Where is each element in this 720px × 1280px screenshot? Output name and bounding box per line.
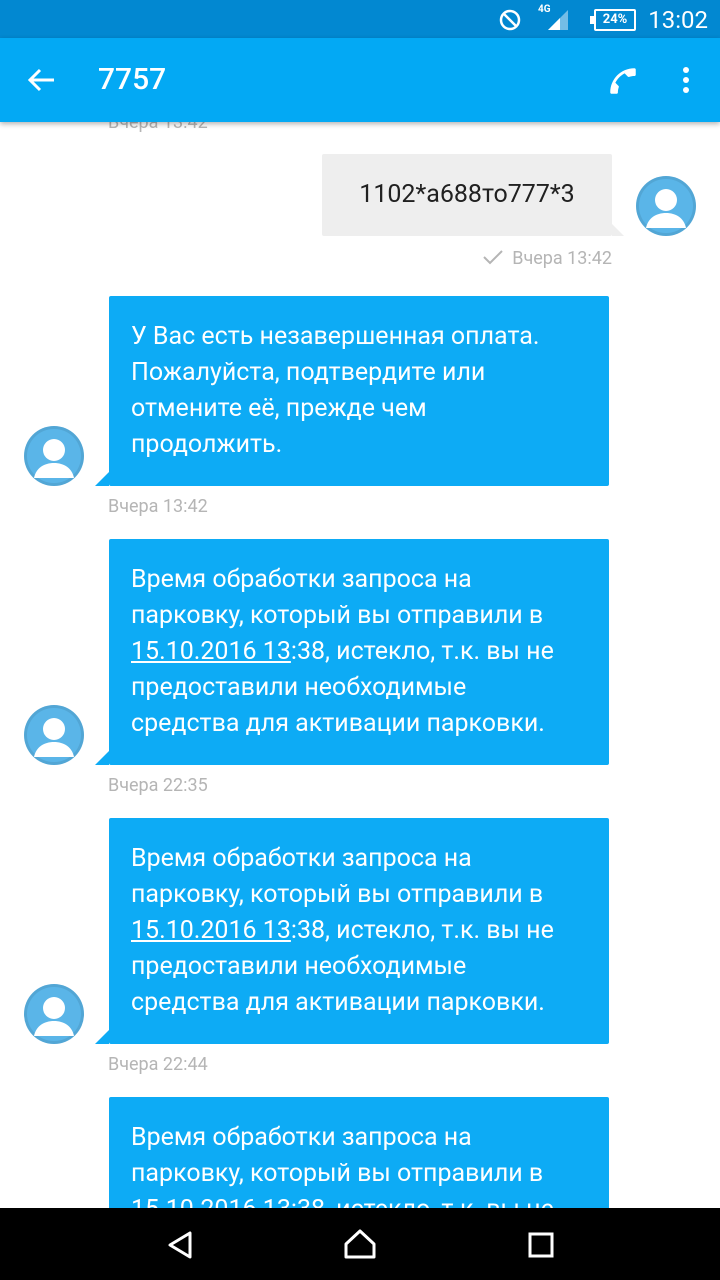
back-arrow-icon[interactable] <box>26 66 56 94</box>
sent-check-icon <box>483 250 503 265</box>
timestamp-text: Вчера 13:42 <box>512 248 612 269</box>
incoming-message[interactable]: Время обработки запроса на парковку, кот… <box>95 539 609 765</box>
message-text: Время обработки запроса на парковку, кот… <box>131 841 587 1021</box>
battery-icon: 24% <box>590 9 636 31</box>
outgoing-message[interactable]: 1102*а688то777*3 <box>322 154 624 236</box>
contact-avatar-icon[interactable] <box>24 426 84 486</box>
message-text-part: :38, истекло, т.к. вы не <box>291 1195 554 1208</box>
message-text: У Вас есть незавершенная оплата. Пожалуй… <box>131 322 540 459</box>
clock: 13:02 <box>648 6 708 34</box>
message-timestamp: Вчера 22:35 <box>108 775 208 796</box>
do-not-disturb-icon <box>499 9 521 31</box>
message-timestamp: Вчера 13:42 <box>108 122 208 133</box>
incoming-message[interactable]: Время обработки запроса на парковку, кот… <box>109 1097 609 1208</box>
phone-icon[interactable] <box>606 64 640 98</box>
date-link[interactable]: 15.10.2016 13 <box>131 1195 291 1208</box>
conversation-title: 7757 <box>98 62 167 97</box>
incoming-message[interactable]: У Вас есть незавершенная оплата. Пожалуй… <box>95 296 609 486</box>
contact-avatar-icon[interactable] <box>636 176 696 236</box>
message-text: Время обработки запроса на парковку, кот… <box>131 562 587 742</box>
nav-home-icon[interactable] <box>343 1228 377 1260</box>
nav-recents-icon[interactable] <box>528 1232 554 1258</box>
status-bar: 4G 24% 13:02 <box>0 0 720 38</box>
message-thread[interactable]: Вчера 13:42 1102*а688то777*3 Вчера 13:42… <box>0 122 720 1208</box>
more-vert-icon[interactable] <box>676 64 696 96</box>
system-nav-bar <box>0 1208 720 1280</box>
battery-level: 24% <box>602 12 628 27</box>
signal-icon <box>548 10 568 30</box>
message-text: 1102*а688то777*3 <box>359 180 575 209</box>
message-timestamp: Вчера 13:42 <box>482 248 612 269</box>
date-link[interactable]: 15.10.2016 13 <box>131 637 291 666</box>
message-timestamp: Вчера 13:42 <box>108 496 208 517</box>
message-text-part: Время обработки запроса на парковку, кот… <box>131 844 544 909</box>
message-text-part: Время обработки запроса на парковку, кот… <box>131 1123 544 1188</box>
message-timestamp: Вчера 22:44 <box>108 1054 208 1075</box>
incoming-message[interactable]: Время обработки запроса на парковку, кот… <box>95 818 609 1044</box>
app-bar: 7757 <box>0 38 720 122</box>
message-text-part: Время обработки запроса на парковку, кот… <box>131 565 544 630</box>
nav-back-icon[interactable] <box>166 1230 194 1260</box>
date-link[interactable]: 15.10.2016 13 <box>131 916 291 945</box>
contact-avatar-icon[interactable] <box>24 705 84 765</box>
message-text: Время обработки запроса на парковку, кот… <box>131 1120 587 1208</box>
contact-avatar-icon[interactable] <box>24 984 84 1044</box>
